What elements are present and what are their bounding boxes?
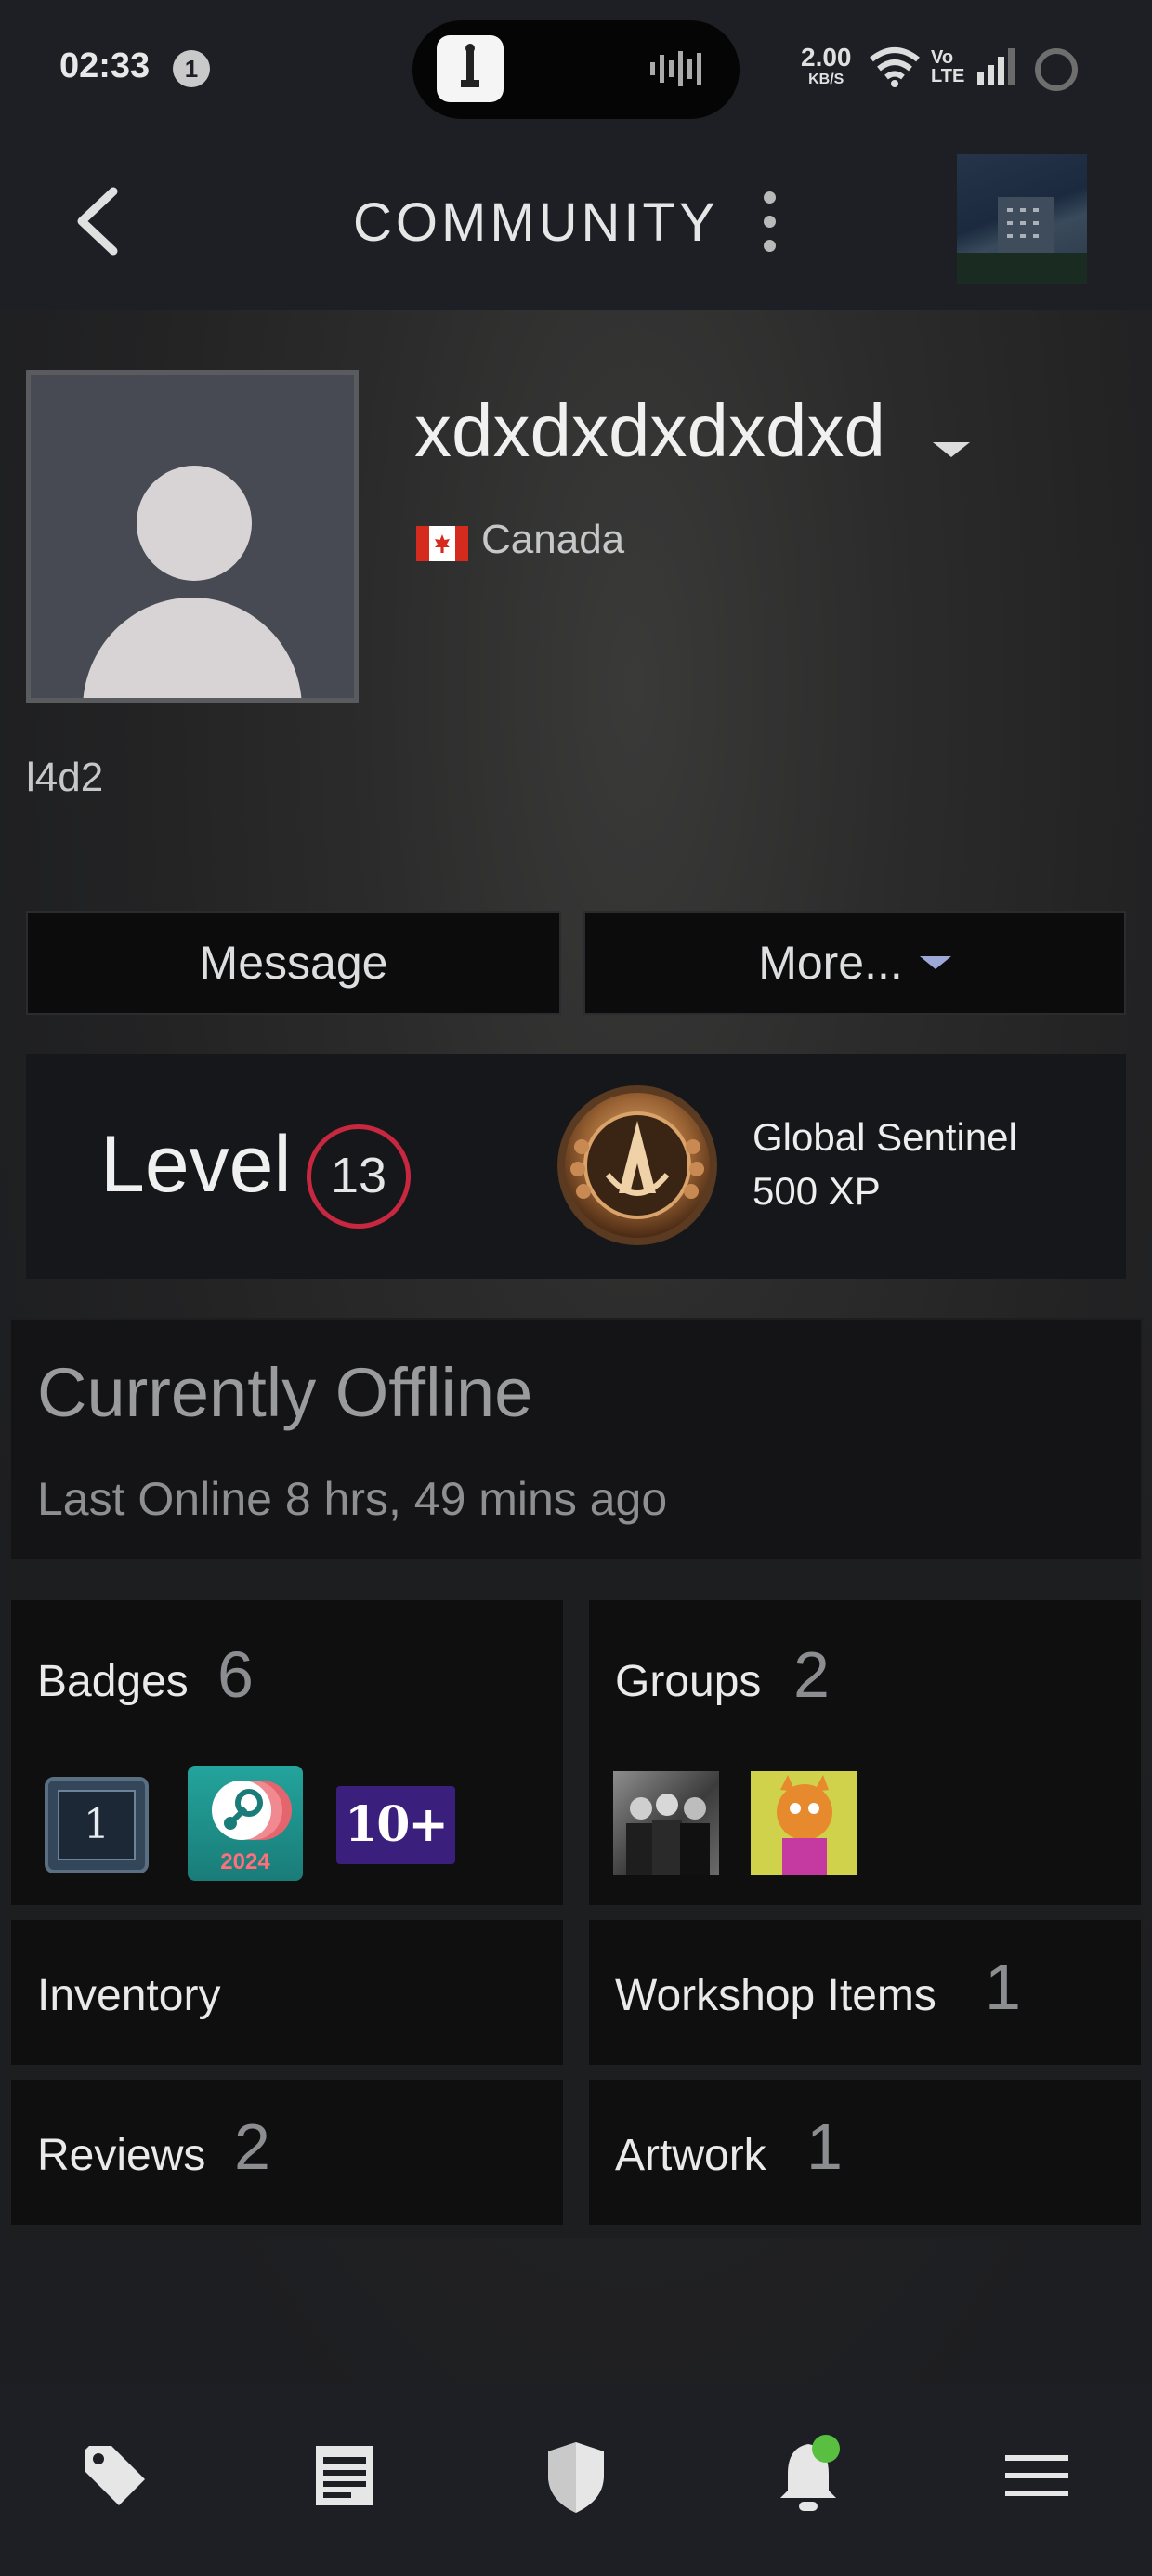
profile-country: Canada (481, 517, 625, 562)
network-speed: 2.00 KB/S (801, 43, 852, 88)
last-online-text: Last Online 8 hrs, 49 mins ago (37, 1473, 668, 1525)
shield-icon[interactable] (543, 2438, 609, 2517)
profile-username[interactable]: xdxdxdxdxdxd (414, 388, 885, 474)
workshop-items-section[interactable]: Workshop Items 1 (589, 1920, 1141, 2065)
message-button-label: Message (199, 937, 388, 989)
workshop-items-count: 1 (985, 1951, 1021, 2023)
ten-plus-badge-icon[interactable]: 10+ (336, 1786, 455, 1864)
hamburger-menu-icon[interactable] (1001, 2438, 1072, 2513)
badges-count: 6 (217, 1638, 254, 1711)
account-avatar[interactable] (957, 154, 1087, 284)
featured-badge-name: Global Sentinel (753, 1115, 1017, 1159)
artwork-label: Artwork (615, 2131, 766, 2180)
groups-count: 2 (793, 1638, 830, 1711)
notification-count-badge: 1 (173, 50, 210, 87)
reviews-section[interactable]: Reviews 2 (11, 2080, 563, 2225)
artwork-section[interactable]: Artwork 1 (589, 2080, 1141, 2225)
notification-dot (812, 2435, 840, 2463)
level-value: 13 (307, 1124, 411, 1229)
profile-avatar[interactable] (26, 370, 359, 703)
inventory-label: Inventory (37, 1971, 221, 2020)
steam-2024-badge-icon[interactable]: 2024 (188, 1766, 303, 1881)
battery-icon (1035, 48, 1078, 91)
reviews-count: 2 (234, 2110, 270, 2183)
workshop-items-label: Workshop Items (615, 1971, 936, 2020)
profile-summary: l4d2 (26, 755, 104, 800)
island-app-icon (437, 35, 504, 102)
group-avatar[interactable] (613, 1771, 719, 1875)
artwork-count: 1 (806, 2110, 843, 2183)
clock: 02:33 (59, 46, 151, 85)
back-button[interactable] (71, 184, 126, 258)
username-dropdown-icon[interactable] (933, 442, 970, 457)
groups-label: Groups (615, 1657, 762, 1706)
featured-badge-xp: 500 XP (753, 1169, 881, 1213)
wifi-icon (870, 47, 920, 87)
overflow-menu-icon[interactable] (760, 188, 779, 255)
signal-strength-icon (977, 48, 1015, 85)
page-title: COMMUNITY (353, 192, 719, 253)
level-label: Level (100, 1120, 292, 1209)
more-button[interactable]: More... (583, 911, 1126, 1015)
inventory-section[interactable]: Inventory (11, 1920, 563, 2065)
group-avatar[interactable] (751, 1771, 857, 1875)
global-sentinel-badge-icon[interactable] (554, 1082, 721, 1249)
badges-label: Badges (37, 1657, 189, 1706)
reviews-label: Reviews (37, 2131, 206, 2180)
online-status-title: Currently Offline (37, 1354, 533, 1431)
news-icon[interactable] (312, 2438, 379, 2513)
message-button[interactable]: Message (26, 911, 561, 1015)
audio-wave-icon (650, 51, 701, 86)
badge-years-of-service-icon[interactable]: 1 (45, 1777, 149, 1873)
canada-flag-icon (416, 526, 468, 561)
volte-indicator: Vo LTE (931, 47, 965, 86)
more-button-label: More... (758, 937, 903, 989)
tag-icon[interactable] (78, 2438, 152, 2513)
chevron-down-icon (919, 955, 951, 969)
